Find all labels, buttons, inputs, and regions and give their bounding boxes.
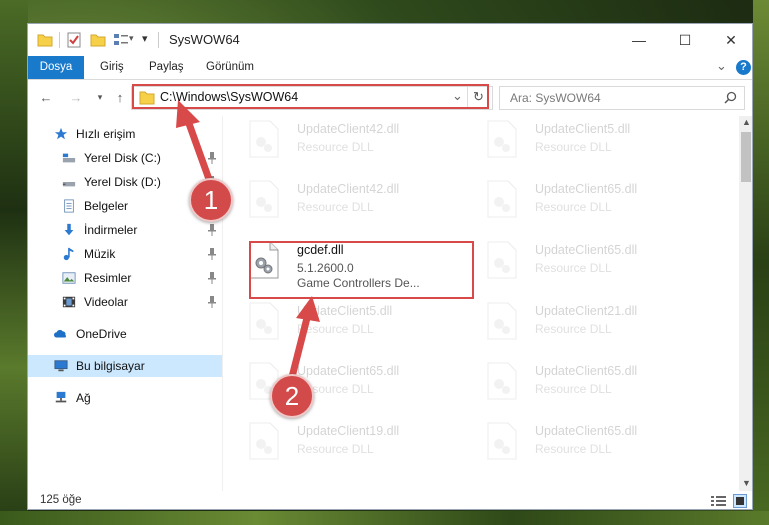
step-1-badge: 1 <box>189 178 233 222</box>
step-2-badge: 2 <box>270 374 314 418</box>
annotation-arrows <box>176 100 320 381</box>
